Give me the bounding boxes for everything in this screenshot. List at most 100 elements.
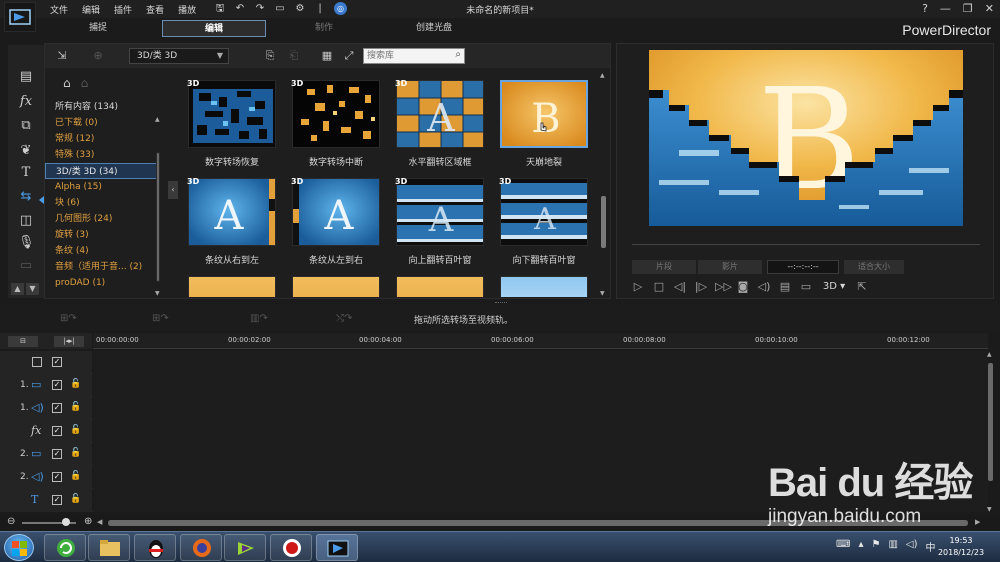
redo-icon[interactable]: ↷ (254, 3, 266, 15)
taskbar-app-powerdirector[interactable] (316, 534, 358, 561)
master-enable-checkbox[interactable]: ✓ (52, 357, 62, 367)
zoom-out-icon[interactable]: ⊖ (7, 516, 15, 527)
voiceover-room-icon[interactable]: 🎙 (18, 235, 35, 251)
tab-capture[interactable]: 捕捉 (46, 20, 150, 37)
track-lane[interactable] (94, 420, 988, 443)
taskbar-clock[interactable]: 19:53 2018/12/23 (930, 535, 992, 559)
track-lane[interactable] (94, 466, 988, 489)
stop-icon[interactable]: □ (652, 280, 666, 293)
fullscreen-icon[interactable]: ▭ (799, 280, 813, 293)
category-item-selected[interactable]: 3D/类 3D (34) (45, 163, 157, 179)
preview-seekbar[interactable] (632, 244, 980, 245)
search-input[interactable] (364, 49, 442, 63)
taskbar-app-qq[interactable] (134, 534, 176, 561)
scroll-thumb[interactable] (108, 520, 968, 526)
category-item[interactable]: 块 (6) (45, 195, 157, 211)
scroll-thumb[interactable] (988, 363, 993, 481)
timeline-horizontal-scrollbar[interactable] (108, 520, 968, 526)
network-icon[interactable]: ▥ (888, 539, 897, 554)
undo-icon[interactable]: ↶ (234, 3, 246, 15)
scroll-thumb[interactable] (156, 152, 160, 282)
zoom-select[interactable]: 适合大小 (844, 260, 904, 274)
track-lane[interactable] (94, 374, 988, 397)
lock-icon[interactable]: 🔓 (70, 425, 81, 435)
aspect-ratio-icon[interactable]: ▭ (274, 3, 286, 15)
scroll-up-icon[interactable]: ▲ (155, 116, 160, 123)
restore-button[interactable]: ❐ (963, 2, 973, 15)
fit-timeline-button[interactable]: |◂▸| (54, 336, 84, 347)
taskbar-app-explorer[interactable] (88, 534, 130, 561)
scroll-thumb[interactable] (601, 196, 606, 248)
movie-mode-button[interactable]: 影片 (698, 260, 762, 274)
tab-produce[interactable]: 制作 (272, 20, 376, 37)
fit-icon[interactable]: ⤢ (342, 49, 356, 63)
track-lane[interactable] (94, 397, 988, 420)
media-room-icon[interactable]: ▤ (18, 69, 34, 85)
particle-room-icon[interactable]: ❦ (18, 143, 34, 159)
undock-icon[interactable]: ⇱ (855, 280, 869, 293)
previous-frame-icon[interactable]: ◁| (673, 280, 687, 293)
apply-all-icon[interactable]: ⎗ (287, 49, 301, 63)
snapshot-icon[interactable]: ◙ (736, 280, 750, 293)
grid-view-icon[interactable]: ▦ (320, 49, 334, 63)
help-button[interactable]: ? (922, 2, 928, 15)
clip-mode-button[interactable]: 片段 (632, 260, 696, 274)
3d-mode-button[interactable]: 3D ▾ (820, 281, 848, 292)
track-enable-checkbox[interactable]: ✓ (52, 449, 62, 459)
taskbar-app-360[interactable] (44, 534, 86, 561)
transition-room-icon[interactable]: ⇆ (18, 189, 34, 205)
category-item[interactable]: 已下载 (0) (45, 115, 157, 131)
track-enable-checkbox[interactable]: ✓ (52, 495, 62, 505)
add-tag-icon[interactable]: ⌂ (63, 76, 71, 90)
taskbar-app-recorder[interactable] (270, 534, 312, 561)
category-item[interactable]: proDAD (1) (45, 275, 157, 291)
strip-up-icon[interactable]: ▲ (11, 283, 24, 295)
security-icon[interactable]: ⚑ (871, 539, 880, 554)
start-button[interactable] (4, 534, 34, 561)
taskbar-app-firefox[interactable] (180, 534, 222, 561)
collapse-panel-button[interactable]: ‹ (168, 181, 178, 199)
scroll-up-icon[interactable]: ▲ (600, 72, 605, 79)
tab-create-disc[interactable]: 创建光盘 (382, 20, 486, 37)
zoom-slider-knob[interactable] (62, 518, 70, 526)
volume-tray-icon[interactable]: ◁) (906, 539, 918, 554)
audio-mixing-room-icon[interactable]: ◫ (18, 213, 34, 229)
category-item[interactable]: 音频（适用于音... (2) (45, 259, 157, 275)
next-frame-icon[interactable]: |▷ (694, 280, 708, 293)
menu-file[interactable]: 文件 (50, 3, 68, 16)
lock-icon[interactable]: 🔓 (70, 448, 81, 458)
keyboard-icon[interactable]: ⌨ (836, 539, 850, 554)
timeline-vertical-scrollbar[interactable]: ▲ ▼ (987, 351, 995, 514)
pip-room-icon[interactable]: ⧉ (18, 118, 34, 134)
scroll-left-icon[interactable]: ◀ (97, 518, 102, 526)
track-enable-checkbox[interactable]: ✓ (52, 426, 62, 436)
minimize-button[interactable]: — (940, 2, 951, 15)
menu-play[interactable]: 播放 (178, 3, 196, 16)
add-transition-icon[interactable]: ⊞↷ (60, 313, 77, 324)
subtitle-icon[interactable]: ▤ (778, 280, 792, 293)
scroll-up-icon[interactable]: ▲ (987, 351, 992, 358)
category-item[interactable]: 几何图形 (24) (45, 211, 157, 227)
play-icon[interactable]: ▷ (631, 280, 645, 293)
master-select-checkbox[interactable] (32, 357, 42, 367)
import-icon[interactable]: ⇲ (55, 49, 69, 63)
random-transition-icon[interactable]: ⤭↷ (336, 313, 352, 324)
title-room-icon[interactable]: T (18, 165, 34, 181)
close-button[interactable]: ✕ (985, 2, 994, 15)
category-item[interactable]: Alpha (15) (45, 179, 157, 195)
grid-scrollbar[interactable]: ▲ ▼ (600, 68, 608, 298)
category-item[interactable]: 特殊 (33) (45, 147, 157, 163)
track-lane[interactable] (94, 489, 988, 512)
track-lane[interactable] (94, 443, 988, 466)
track-lane[interactable] (94, 351, 988, 374)
tray-expand-icon[interactable]: ▴ (858, 539, 863, 554)
remove-tag-icon[interactable]: ⌂ (81, 76, 89, 90)
zoom-in-icon[interactable]: ⊕ (84, 516, 92, 527)
category-item[interactable]: 常规 (12) (45, 131, 157, 147)
apply-all-transition-icon[interactable]: ▥↷ (250, 313, 268, 324)
fast-forward-icon[interactable]: ▷▷ (715, 280, 732, 293)
track-enable-checkbox[interactable]: ✓ (52, 380, 62, 390)
taskbar-app-media[interactable] (224, 534, 266, 561)
lock-icon[interactable]: 🔓 (70, 471, 81, 481)
add-to-timeline-icon[interactable]: ⎘ (263, 49, 277, 63)
